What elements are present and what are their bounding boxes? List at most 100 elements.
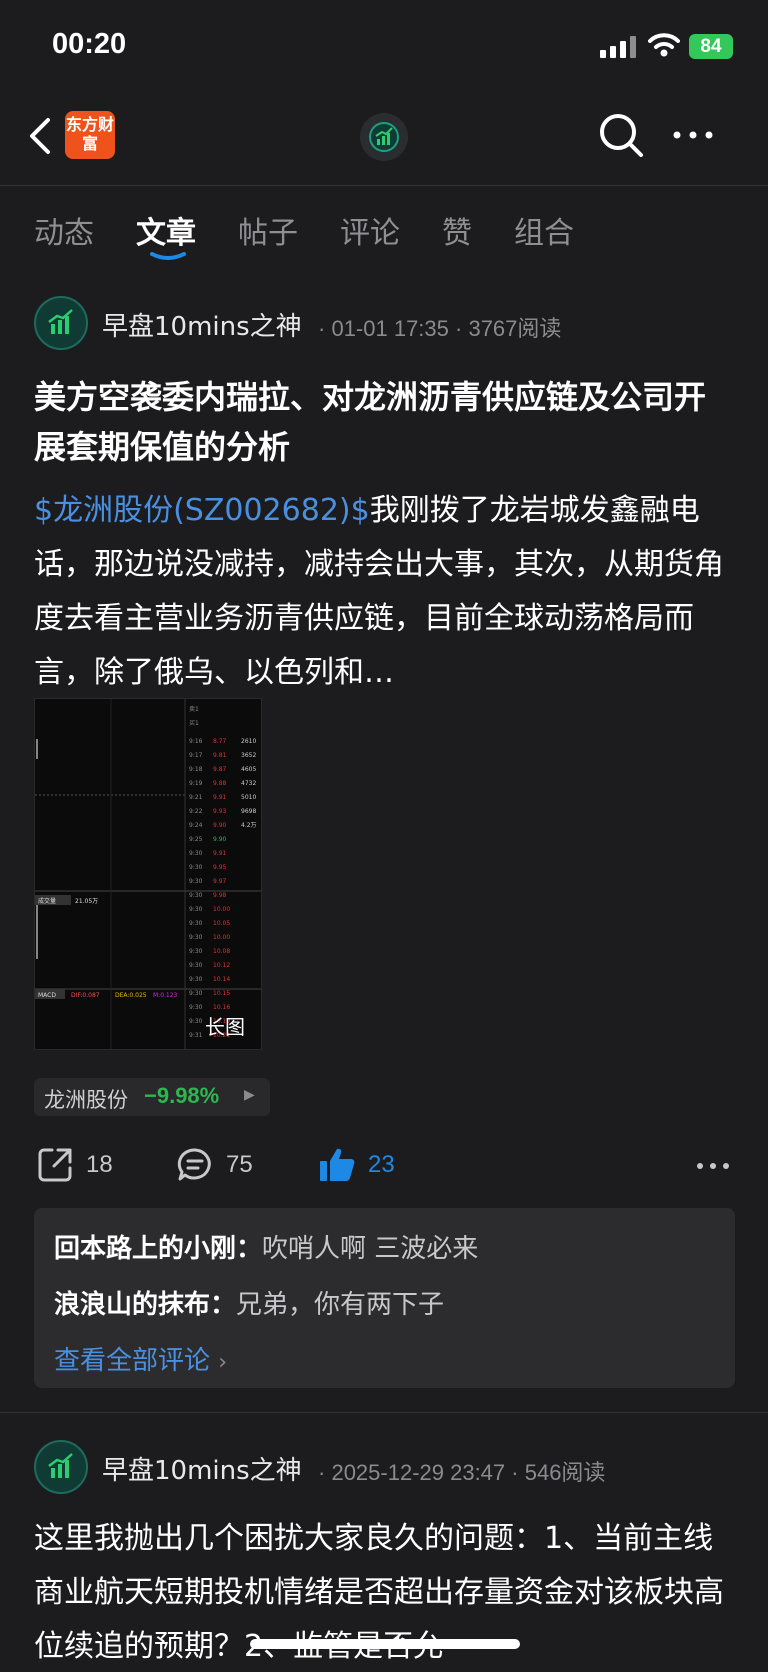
svg-text:10.05: 10.05 (213, 920, 230, 927)
svg-text:9:30: 9:30 (189, 892, 203, 899)
status-time: 00:20 (52, 28, 127, 60)
svg-text:9:30: 9:30 (189, 990, 203, 997)
comment-user[interactable]: 浪浪山的抹布： (54, 1290, 236, 1320)
svg-text:9:31: 9:31 (189, 1032, 203, 1039)
author-name[interactable]: 早盘10mins之神 (102, 306, 302, 343)
post-divider (0, 1412, 768, 1413)
svg-text:9.90: 9.90 (213, 822, 227, 829)
back-chevron-icon[interactable] (26, 112, 56, 160)
svg-text:9.91: 9.91 (213, 850, 227, 857)
stock-link[interactable]: $龙洲股份(SZ002682)$ (34, 493, 370, 528)
svg-text:9:30: 9:30 (189, 906, 203, 913)
author-name[interactable]: 早盘10mins之神 (102, 1450, 302, 1487)
svg-text:10.12: 10.12 (213, 962, 230, 969)
svg-text:买1: 买1 (189, 719, 199, 727)
svg-text:9698: 9698 (241, 808, 256, 815)
svg-text:21.05万: 21.05万 (75, 898, 98, 905)
comment-text: 兄弟，你有两下子 (236, 1290, 445, 1320)
post-meta: · 2025-12-29 23:47 · 546阅读 (318, 1460, 606, 1485)
svg-text:9:30: 9:30 (189, 878, 203, 885)
svg-text:9:24: 9:24 (189, 822, 203, 829)
svg-text:9.87: 9.87 (213, 766, 227, 773)
svg-text:9:19: 9:19 (189, 780, 203, 787)
svg-text:9:30: 9:30 (189, 920, 203, 927)
svg-text:9:16: 9:16 (189, 738, 203, 745)
svg-text:M:0.123: M:0.123 (153, 992, 178, 999)
svg-text:9:30: 9:30 (189, 948, 203, 955)
svg-text:9:30: 9:30 (189, 1018, 203, 1025)
tab-dynamics[interactable]: 动态 (34, 208, 94, 252)
svg-text:9.95: 9.95 (213, 864, 227, 871)
share-count: 18 (86, 1151, 113, 1178)
view-all-comments-link[interactable]: 查看全部评论 › (54, 1340, 227, 1377)
svg-text:10.00: 10.00 (213, 934, 230, 941)
home-indicator[interactable] (250, 1639, 520, 1649)
cellular-signal-icon (600, 36, 638, 58)
post-reads: 3767阅读 (468, 316, 562, 341)
wifi-icon (648, 33, 680, 57)
stock-tag-name: 龙洲股份 (44, 1088, 128, 1112)
like-thumb-icon[interactable] (318, 1145, 358, 1185)
more-options-icon[interactable] (672, 120, 714, 150)
svg-text:3652: 3652 (241, 752, 256, 759)
stock-tag-change: −9.98% (144, 1083, 220, 1108)
svg-text:9:30: 9:30 (189, 1004, 203, 1011)
svg-text:9.93: 9.93 (213, 808, 227, 815)
svg-text:DEA:0.025: DEA:0.025 (115, 992, 147, 999)
long-image-label: 长图 (205, 1015, 245, 1039)
svg-text:MACD: MACD (38, 992, 56, 999)
svg-text:9:30: 9:30 (189, 934, 203, 941)
svg-text:9.97: 9.97 (213, 878, 227, 885)
svg-text:4605: 4605 (241, 766, 256, 773)
tab-portfolio[interactable]: 组合 (514, 208, 574, 252)
profile-chart-icon[interactable] (360, 113, 408, 161)
svg-text:10.16: 10.16 (213, 1004, 230, 1011)
svg-text:9:21: 9:21 (189, 794, 203, 801)
svg-text:10.08: 10.08 (213, 948, 230, 955)
share-icon[interactable] (36, 1146, 74, 1184)
post-title[interactable]: 美方空袭委内瑞拉、对龙洲沥青供应链及公司开展套期保值的分析 (34, 372, 734, 472)
comment-item[interactable]: 浪浪山的抹布：兄弟，你有两下子 (54, 1284, 444, 1321)
svg-text:9:25: 9:25 (189, 836, 203, 843)
svg-text:9.81: 9.81 (213, 752, 227, 759)
post-reads: 546阅读 (524, 1460, 606, 1485)
long-image-thumbnail[interactable]: 卖1 买1 9:16 9:17 9:18 9:19 9:21 9:22 9:24 9:25 9… (34, 698, 262, 1050)
svg-text:9:30: 9:30 (189, 850, 203, 857)
author-avatar[interactable] (34, 1440, 88, 1494)
tab-posts[interactable]: 帖子 (238, 208, 298, 252)
comments-preview: 回本路上的小刚：吹哨人啊 三波必来 浪浪山的抹布：兄弟，你有两下子 查看全部评论… (34, 1208, 735, 1388)
svg-text:2610: 2610 (241, 738, 256, 745)
comment-user[interactable]: 回本路上的小刚： (54, 1234, 262, 1264)
svg-text:9.90: 9.90 (213, 836, 227, 843)
comment-text: 吹哨人啊 三波必来 (262, 1234, 479, 1264)
eastmoney-logo[interactable]: 东方财富 (65, 111, 115, 159)
view-all-label: 查看全部评论 (54, 1346, 211, 1376)
comment-count: 75 (226, 1151, 253, 1178)
tab-comments[interactable]: 评论 (340, 208, 400, 252)
intraday-chart-image: 卖1 买1 9:16 9:17 9:18 9:19 9:21 9:22 9:24 9:25 9… (35, 699, 261, 1049)
svg-text:9:18: 9:18 (189, 766, 203, 773)
svg-text:10.14: 10.14 (213, 976, 230, 983)
svg-text:9:22: 9:22 (189, 808, 203, 815)
svg-text:9:30: 9:30 (189, 864, 203, 871)
battery-indicator: 84 (689, 34, 733, 59)
post-body[interactable]: $龙洲股份(SZ002682)$我刚拨了龙岩城发鑫融电话，那边说没减持，减持会出… (34, 484, 734, 700)
post-date: 01-01 17:35 (331, 316, 449, 341)
comment-icon[interactable] (176, 1146, 214, 1184)
svg-text:DIF:0.087: DIF:0.087 (71, 992, 100, 999)
svg-text:9.98: 9.98 (213, 892, 227, 899)
search-icon[interactable] (596, 110, 646, 160)
svg-text:10.00: 10.00 (213, 906, 230, 913)
svg-text:成交量: 成交量 (38, 897, 56, 905)
tab-articles[interactable]: 文章 (136, 208, 196, 252)
svg-text:10.15: 10.15 (213, 990, 230, 997)
stock-tag[interactable]: 龙洲股份 −9.98% ▶ (34, 1078, 270, 1116)
svg-text:9:17: 9:17 (189, 752, 203, 759)
svg-text:5010: 5010 (241, 794, 256, 801)
svg-text:卖1: 卖1 (189, 706, 199, 713)
post-more-icon[interactable] (696, 1160, 730, 1172)
tab-likes[interactable]: 赞 (442, 208, 472, 252)
author-avatar[interactable] (34, 296, 88, 350)
active-tab-indicator (150, 252, 186, 260)
comment-item[interactable]: 回本路上的小刚：吹哨人啊 三波必来 (54, 1228, 478, 1265)
